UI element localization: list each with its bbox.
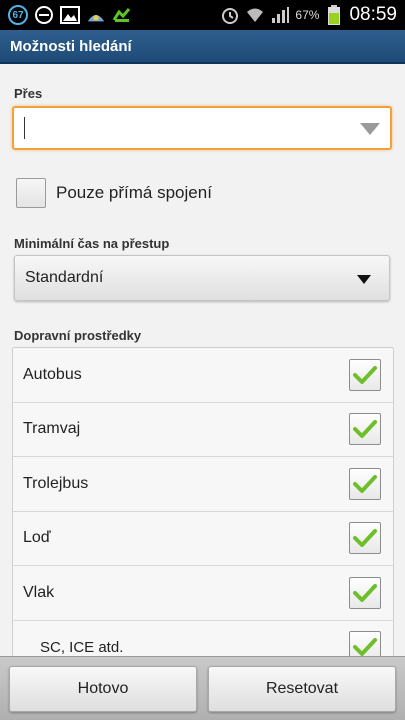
list-item-label: SC, ICE atd.: [40, 638, 124, 656]
via-input[interactable]: [12, 106, 392, 150]
list-item-label: Trolejbus: [23, 474, 89, 492]
checkmark-icon: [353, 529, 377, 548]
vlak-checkbox[interactable]: [349, 576, 381, 609]
checkmark-icon: [353, 420, 377, 439]
page-title: Možnosti hledání: [10, 37, 132, 55]
list-item-label: Tramvaj: [23, 420, 81, 438]
bottom-button-bar: Hotovo Resetovat: [0, 656, 405, 720]
action-bar: Možnosti hledání: [0, 30, 405, 64]
text-cursor: [24, 117, 25, 139]
battery-percent: 67%: [295, 8, 320, 22]
gallery-icon: [60, 5, 80, 25]
app-notification-icon: [112, 5, 132, 25]
min-transfer-label: Minimální čas na přestup: [14, 236, 170, 251]
signal-icon: [270, 5, 290, 25]
list-item-label: Loď: [23, 529, 51, 547]
direct-only-label: Pouze přímá spojení: [56, 183, 212, 202]
trolejbus-checkbox[interactable]: [349, 467, 381, 500]
wifi-icon: [245, 5, 265, 25]
clock: 08:59: [349, 4, 397, 25]
list-item-lod[interactable]: Loď: [13, 512, 393, 566]
list-item-sc-ice[interactable]: SC, ICE atd.: [13, 621, 393, 656]
tramvaj-checkbox[interactable]: [349, 413, 381, 446]
checkmark-icon: [353, 583, 377, 602]
list-item-label: Autobus: [23, 365, 82, 383]
direct-only-row[interactable]: Pouze přímá spojení: [16, 178, 212, 208]
reset-button[interactable]: Resetovat: [208, 665, 396, 712]
alarm-icon: [220, 5, 240, 25]
lod-checkbox[interactable]: [349, 522, 381, 555]
list-item-label: Vlak: [23, 583, 55, 601]
notification-count-icon: 67: [8, 5, 28, 25]
list-item-vlak[interactable]: Vlak: [13, 566, 393, 621]
search-options-form[interactable]: Přes Pouze přímá spojení Minimální čas n…: [0, 66, 405, 656]
checkmark-icon: [353, 638, 377, 656]
battery-icon: [324, 5, 344, 25]
checkmark-icon: [353, 365, 377, 384]
status-bar: 67 67% 08:59: [0, 0, 405, 30]
list-item-autobus[interactable]: Autobus: [13, 348, 393, 403]
minus-circle-icon: [34, 5, 54, 25]
autocomplete-arrow-icon[interactable]: [360, 123, 380, 135]
dropdown-arrow-icon: [357, 275, 371, 284]
list-item-trolejbus[interactable]: Trolejbus: [13, 457, 393, 512]
list-item-tramvaj[interactable]: Tramvaj: [13, 403, 393, 457]
done-button[interactable]: Hotovo: [9, 665, 197, 712]
weather-icon: [86, 5, 106, 25]
min-transfer-value: Standardní: [25, 269, 104, 286]
direct-only-checkbox[interactable]: [16, 178, 46, 208]
via-label: Přes: [14, 86, 43, 101]
transport-label: Dopravní prostředky: [14, 328, 142, 343]
autobus-checkbox[interactable]: [349, 358, 381, 391]
transport-list[interactable]: Autobus Tramvaj Trolejbus Loď Vlak SC, I…: [12, 347, 394, 656]
checkmark-icon: [353, 474, 377, 493]
sc-ice-checkbox[interactable]: [349, 631, 381, 656]
min-transfer-spinner[interactable]: Standardní: [14, 255, 390, 301]
